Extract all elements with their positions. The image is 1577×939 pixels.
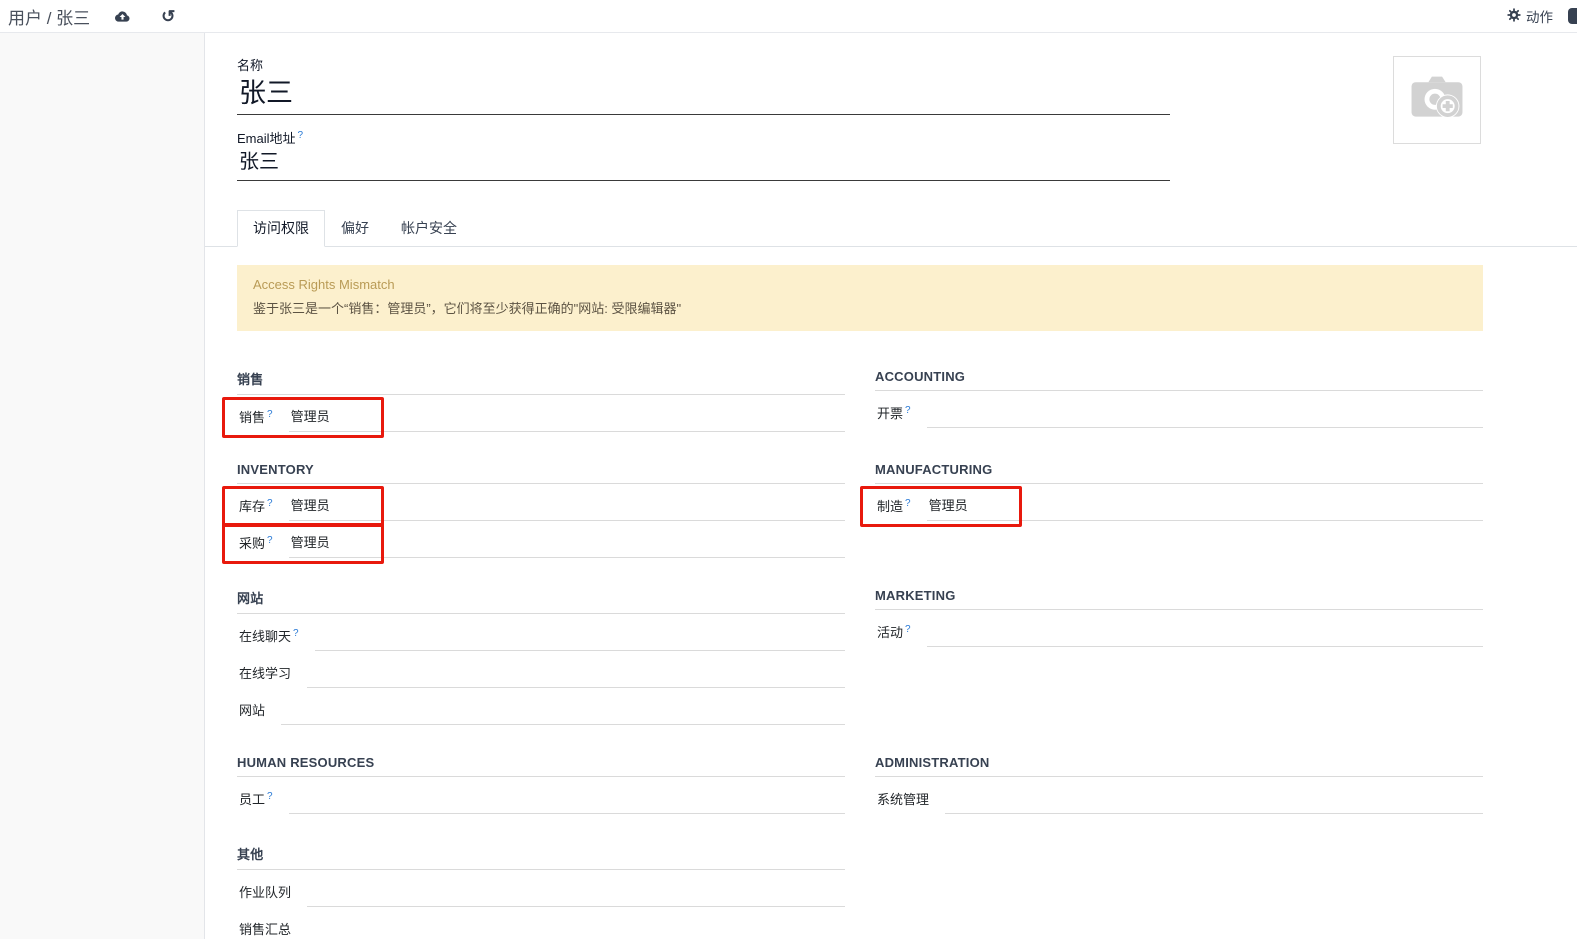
clipped-edge-icon[interactable] (1568, 8, 1577, 24)
help-icon[interactable]: ? (293, 628, 299, 639)
help-icon[interactable]: ? (267, 498, 273, 509)
section-title: MARKETING (875, 588, 1483, 610)
access-group-section: 销售销售? 管理员 (237, 369, 845, 432)
access-field-row: 库存? 管理员 (237, 491, 845, 521)
access-field-row: 开票? (875, 398, 1483, 428)
help-icon[interactable]: ? (905, 498, 911, 509)
field-label: 库存? (237, 496, 273, 521)
camera-plus-icon (1406, 70, 1468, 131)
access-field-row: 作业队列 (237, 877, 845, 907)
section-title: HUMAN RESOURCES (237, 755, 845, 777)
field-label: 员工? (237, 789, 273, 814)
access-field-row: 系统管理 (875, 784, 1483, 814)
email-help-icon[interactable]: ? (298, 130, 304, 141)
field-label: 在线聊天? (237, 626, 299, 651)
undo-icon: ↺ (161, 8, 175, 25)
access-field-row: 销售? 管理员 (237, 402, 845, 432)
section-title: 其他 (237, 844, 845, 870)
email-field-label: Email地址? (237, 128, 1170, 147)
field-label: 在线学习 (237, 663, 291, 688)
field-value-select[interactable] (927, 403, 1483, 428)
access-group-section: ADMINISTRATION 系统管理 (875, 755, 1483, 814)
tab-account-security[interactable]: 帐户安全 (385, 210, 473, 247)
field-value-select[interactable]: 管理员 (289, 532, 845, 558)
access-rights-grid: 销售销售?管理员ACCOUNTING开票?INVENTORY库存?管理员采购?管… (237, 369, 1483, 939)
tab-preferences[interactable]: 偏好 (325, 210, 385, 247)
field-label: 销售? (237, 407, 273, 432)
section-title: 网站 (237, 588, 845, 614)
access-field-row: 网站 (237, 695, 845, 725)
access-group-section: INVENTORY 库存? 管理员采购? 管理员 (237, 462, 845, 558)
access-field-row: 员工? (237, 784, 845, 814)
help-icon[interactable]: ? (267, 791, 273, 802)
field-value-select[interactable] (289, 789, 845, 814)
avatar-upload-box[interactable] (1393, 56, 1481, 144)
field-value-select[interactable]: 管理员 (289, 406, 845, 432)
breadcrumb[interactable]: 用户 / 张三 (8, 4, 90, 29)
access-field-row: 在线聊天? (237, 621, 845, 651)
field-value-select[interactable] (315, 626, 845, 651)
section-title: MANUFACTURING (875, 462, 1483, 484)
field-value-select[interactable] (927, 622, 1483, 647)
left-background-panel (0, 33, 205, 939)
help-icon[interactable]: ? (905, 405, 911, 416)
access-group-section: MANUFACTURING 制造? 管理员 (875, 462, 1483, 558)
section-title: ADMINISTRATION (875, 755, 1483, 777)
field-label: 销售汇总 (237, 919, 291, 939)
field-value-select[interactable]: 管理员 (289, 495, 845, 521)
field-label: 制造? (875, 496, 911, 521)
empty-grid-cell (875, 844, 1483, 939)
field-label: 活动? (875, 622, 911, 647)
gear-icon (1507, 8, 1521, 25)
access-group-section: 网站在线聊天?在线学习网站 (237, 588, 845, 725)
access-rights-mismatch-banner: Access Rights Mismatch 鉴于张三是一个“销售：管理员”，它… (237, 265, 1483, 331)
field-label: 网站 (237, 700, 265, 725)
name-field-label: 名称 (237, 55, 1170, 74)
access-field-row: 制造? 管理员 (875, 491, 1483, 521)
actions-menu-button[interactable]: 动作 (1507, 6, 1553, 26)
actions-label: 动作 (1526, 6, 1553, 26)
access-field-row: 销售汇总 (237, 914, 845, 939)
access-field-row: 活动? (875, 617, 1483, 647)
access-group-section: ACCOUNTING 开票? (875, 369, 1483, 432)
save-cloud-button[interactable] (108, 7, 137, 25)
field-value-select[interactable] (307, 919, 845, 939)
field-label: 作业队列 (237, 882, 291, 907)
email-input[interactable]: 张三 (237, 147, 1170, 181)
field-value-select[interactable] (307, 882, 845, 907)
field-value-select[interactable] (945, 789, 1483, 814)
access-group-section: 其他作业队列销售汇总 (237, 844, 845, 939)
access-field-row: 采购? 管理员 (237, 528, 845, 558)
access-field-row: 在线学习 (237, 658, 845, 688)
banner-title: Access Rights Mismatch (253, 277, 1467, 292)
access-group-section: HUMAN RESOURCES 员工? (237, 755, 845, 814)
tab-access-rights[interactable]: 访问权限 (237, 210, 325, 247)
access-group-section: MARKETING 活动? (875, 588, 1483, 725)
field-label: 采购? (237, 533, 273, 558)
name-input[interactable]: 张三 (237, 74, 1170, 115)
help-icon[interactable]: ? (267, 409, 273, 420)
section-title: ACCOUNTING (875, 369, 1483, 391)
top-control-bar: 用户 / 张三 ↺ 动作 (0, 0, 1577, 33)
form-tab-bar: 访问权限 偏好 帐户安全 (205, 210, 1577, 247)
cloud-upload-icon (114, 9, 131, 23)
field-value-select[interactable] (307, 663, 845, 688)
section-title: INVENTORY (237, 462, 845, 484)
field-label: 开票? (875, 403, 911, 428)
help-icon[interactable]: ? (267, 535, 273, 546)
field-value-select[interactable] (281, 700, 845, 725)
discard-undo-button[interactable]: ↺ (155, 6, 181, 27)
section-title: 销售 (237, 369, 845, 395)
help-icon[interactable]: ? (905, 624, 911, 635)
banner-message: 鉴于张三是一个“销售：管理员”，它们将至少获得正确的"网站: 受限编辑器" (253, 298, 1467, 317)
field-label: 系统管理 (875, 789, 929, 814)
field-value-select[interactable]: 管理员 (927, 495, 1483, 521)
user-form-sheet: 名称 张三 Email地址? 张三 访问权限 偏好 帐户安全 Access Ri… (205, 33, 1577, 939)
